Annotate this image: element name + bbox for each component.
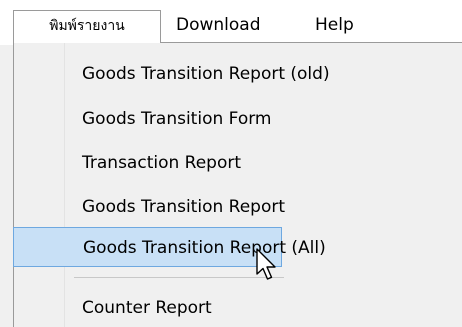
- report-dropdown-menu: Goods Transition Report (old) Goods Tran…: [13, 42, 462, 327]
- app-window: พิมพ์รายงาน Download Help Goods Transiti…: [0, 0, 462, 327]
- menu-help[interactable]: Help: [315, 10, 354, 43]
- menu-bar: พิมพ์รายงาน Download Help: [0, 0, 462, 45]
- menu-item-label: Goods Transition Report (All): [83, 238, 326, 258]
- menu-item-goods-transition-report-old[interactable]: Goods Transition Report (old): [14, 54, 462, 94]
- menu-item-label: Goods Transition Form: [82, 109, 272, 129]
- menu-print-report[interactable]: พิมพ์รายงาน: [13, 10, 161, 43]
- menu-item-goods-transition-form[interactable]: Goods Transition Form: [14, 99, 462, 139]
- menu-item-goods-transition-report-all[interactable]: Goods Transition Report (All): [13, 227, 326, 267]
- menu-item-goods-transition-report[interactable]: Goods Transition Report: [14, 187, 462, 227]
- menu-item-label: Transaction Report: [82, 153, 242, 173]
- menu-item-label: Counter Report: [82, 298, 212, 318]
- menu-item-transaction-report[interactable]: Transaction Report: [14, 143, 462, 183]
- mouse-pointer-icon: [256, 248, 276, 280]
- menu-item-label: Goods Transition Report: [82, 197, 285, 217]
- menu-item-counter-report[interactable]: Counter Report: [14, 288, 462, 327]
- menu-download[interactable]: Download: [176, 10, 261, 43]
- menu-item-label: Goods Transition Report (old): [82, 64, 330, 84]
- menu-separator: [74, 277, 284, 278]
